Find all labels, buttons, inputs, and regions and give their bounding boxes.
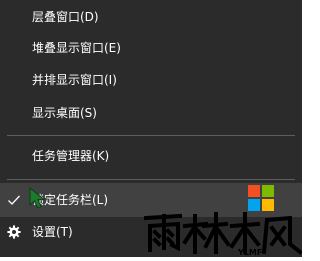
menu-item-cascade-windows[interactable]: 层叠窗口(D) [0, 0, 302, 34]
gear-icon [7, 215, 21, 249]
menu-item-stack-windows[interactable]: 堆叠显示窗口(E) [0, 31, 302, 65]
checkmark-icon [7, 183, 21, 217]
menu-separator [7, 179, 295, 180]
menu-item-show-desktop[interactable]: 显示桌面(S) [0, 96, 302, 130]
ylmf-text: YLMF [237, 248, 262, 257]
menu-item-label: 堆叠显示窗口(E) [32, 41, 121, 55]
menu-separator [7, 135, 295, 136]
menu-item-label: 并排显示窗口(I) [32, 73, 117, 87]
menu-item-label: 任务管理器(K) [32, 149, 110, 163]
menu-item-label: 显示桌面(S) [32, 106, 97, 120]
menu-item-label: 设置(T) [32, 225, 73, 239]
ylmf-watermark-logo: YLMF [140, 182, 303, 257]
menu-item-task-manager[interactable]: 任务管理器(K) [0, 139, 302, 173]
mouse-cursor-icon [28, 186, 50, 210]
windows-logo-icon [248, 185, 274, 211]
menu-item-side-by-side[interactable]: 并排显示窗口(I) [0, 63, 302, 97]
taskbar-context-menu: 层叠窗口(D) 堆叠显示窗口(E) 并排显示窗口(I) 显示桌面(S) 任务管理… [0, 0, 303, 257]
menu-item-label: 层叠窗口(D) [32, 10, 99, 24]
